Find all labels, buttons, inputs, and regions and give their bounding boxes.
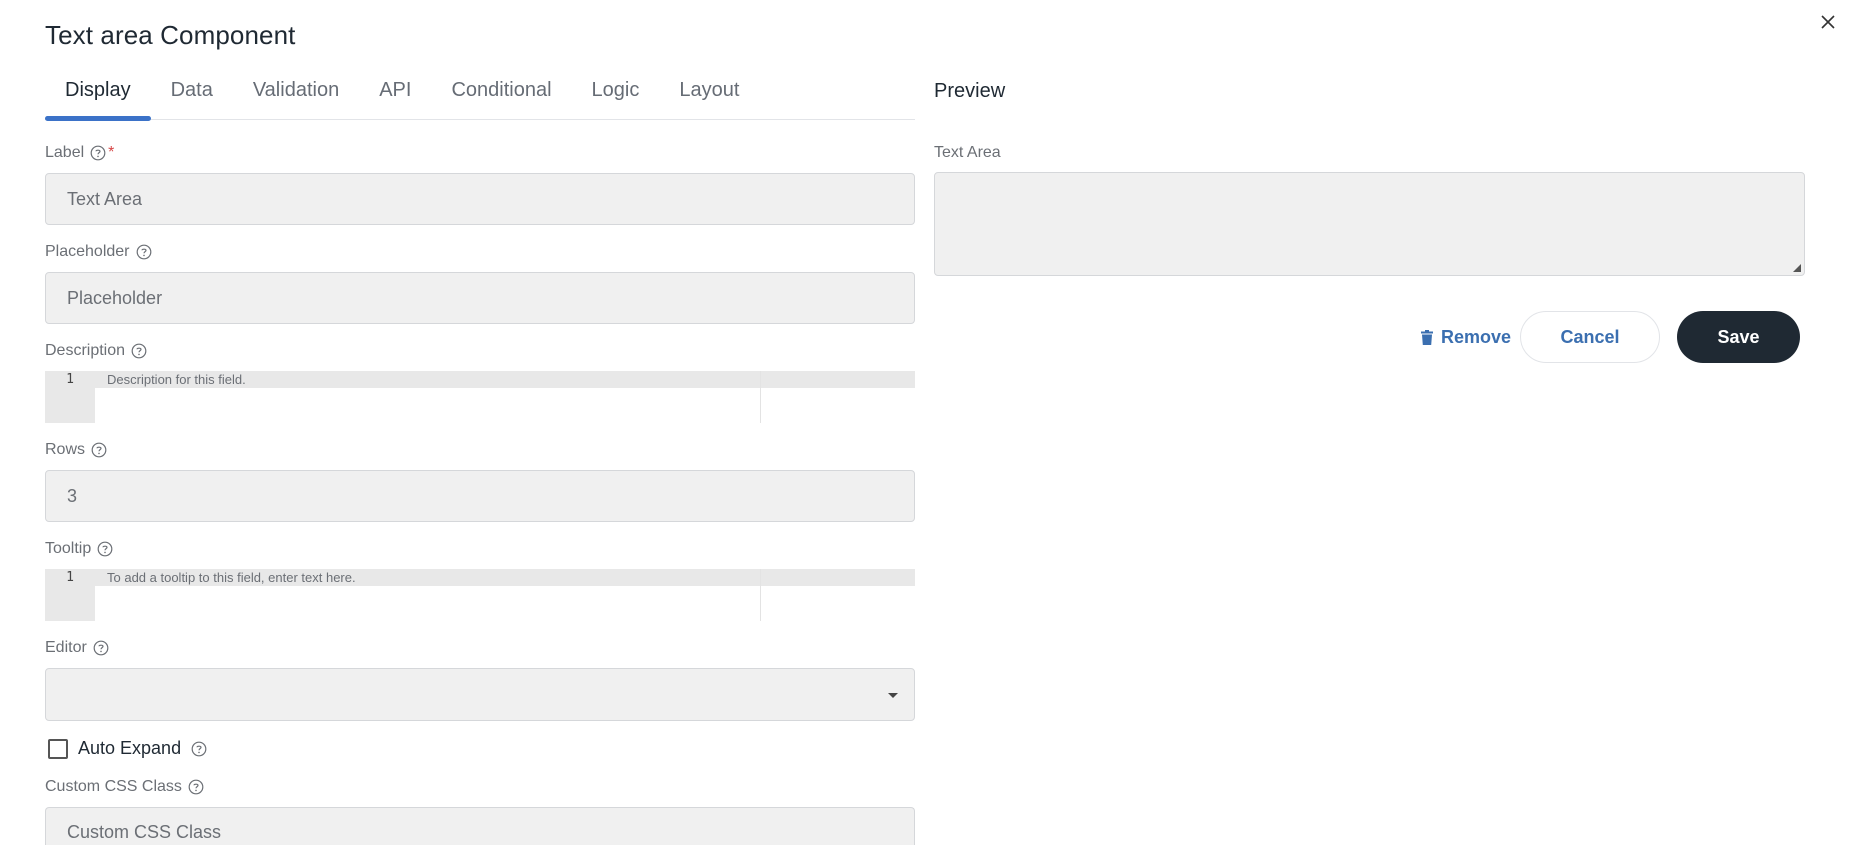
trash-icon (1420, 329, 1433, 345)
remove-button[interactable]: Remove (1396, 311, 1536, 363)
placeholder-title: Placeholder (45, 243, 130, 260)
description-code-editor[interactable]: 1 Description for this field. (45, 371, 915, 423)
tooltip-code-editor[interactable]: 1 To add a tooltip to this field, enter … (45, 569, 915, 621)
custom-css-input[interactable]: Custom CSS Class (45, 807, 915, 845)
placeholder-field-label: Placeholder (45, 243, 152, 261)
help-icon[interactable] (91, 442, 107, 458)
description-text: Description for this field. (107, 372, 246, 387)
description-title: Description (45, 342, 126, 359)
help-icon[interactable] (97, 541, 113, 557)
tab-display[interactable]: Display (45, 70, 151, 121)
rows-title: Rows (45, 441, 86, 458)
tab-bar: Display Data Validation API Conditional … (45, 70, 915, 121)
auto-expand-label[interactable]: Auto Expand (78, 738, 181, 759)
help-icon[interactable] (188, 779, 204, 795)
component-settings-dialog: Text area Component Display Data Validat… (0, 0, 1850, 845)
editor-field-label: Editor (45, 639, 109, 657)
tooltip-text: To add a tooltip to this field, enter te… (107, 570, 356, 585)
tab-logic[interactable]: Logic (572, 70, 660, 120)
preview-heading: Preview (934, 80, 1006, 102)
tab-validation[interactable]: Validation (233, 70, 359, 120)
preview-field-label: Text Area (934, 144, 1001, 161)
rows-input[interactable]: 3 (45, 470, 915, 522)
rows-field-label: Rows (45, 441, 107, 459)
required-marker: * (108, 144, 115, 161)
auto-expand-row: Auto Expand (48, 738, 207, 759)
help-icon[interactable] (136, 244, 152, 260)
editor-title: Editor (45, 639, 87, 656)
print-margin (760, 569, 761, 621)
label-title: Label (45, 144, 85, 161)
remove-label: Remove (1440, 326, 1512, 347)
preview-textarea[interactable] (934, 172, 1805, 276)
custom-css-field-label: Custom CSS Class (45, 778, 204, 796)
close-icon (1821, 15, 1835, 29)
tooltip-field-label: Tooltip (45, 540, 113, 558)
tab-api[interactable]: API (359, 70, 431, 120)
custom-css-title: Custom CSS Class (45, 778, 182, 795)
cancel-button[interactable]: Cancel (1520, 311, 1660, 363)
editor-select[interactable] (45, 668, 915, 721)
help-icon[interactable] (90, 145, 106, 161)
tab-data[interactable]: Data (151, 70, 233, 120)
print-margin (760, 371, 761, 423)
close-button[interactable] (1816, 10, 1840, 34)
label-input[interactable]: Text Area (45, 173, 915, 225)
save-button[interactable]: Save (1677, 311, 1800, 363)
resize-grip-icon[interactable] (1793, 264, 1801, 272)
chevron-down-icon (888, 693, 898, 698)
description-field-label: Description (45, 342, 147, 360)
tooltip-title: Tooltip (45, 540, 92, 557)
label-field-label: Label * (45, 144, 114, 162)
help-icon[interactable] (131, 343, 147, 359)
line-number: 1 (66, 570, 74, 585)
tab-conditional[interactable]: Conditional (431, 70, 571, 120)
tab-layout[interactable]: Layout (659, 70, 759, 120)
help-icon[interactable] (191, 741, 207, 757)
dialog-title: Text area Component (45, 20, 296, 50)
line-number: 1 (66, 372, 74, 387)
placeholder-input[interactable]: Placeholder (45, 272, 915, 324)
auto-expand-checkbox[interactable] (48, 738, 68, 759)
help-icon[interactable] (93, 640, 109, 656)
